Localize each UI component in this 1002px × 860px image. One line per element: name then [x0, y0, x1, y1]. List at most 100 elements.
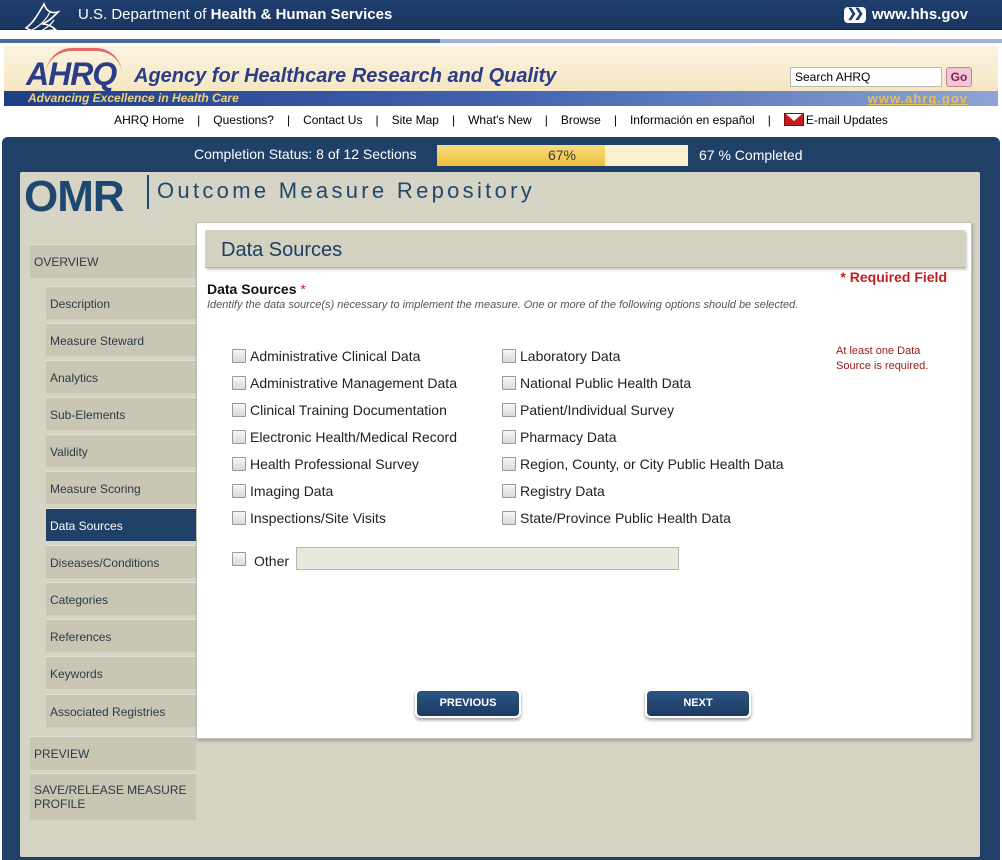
- data-sources-panel: Data Sources * Required Field Data Sourc…: [196, 222, 972, 739]
- checkbox-label: Clinical Training Documentation: [250, 402, 447, 418]
- checkbox[interactable]: [502, 376, 516, 390]
- nav-ahrq-home[interactable]: AHRQ Home: [114, 113, 184, 127]
- previous-button[interactable]: PREVIOUS: [415, 689, 521, 718]
- hhs-link-text: www.hhs.gov: [871, 6, 968, 23]
- sidebar-item-keywords[interactable]: Keywords: [46, 656, 196, 689]
- checkbox-other[interactable]: Other: [232, 549, 289, 569]
- nav-questions[interactable]: Questions?: [213, 113, 274, 127]
- checkbox-label: Health Professional Survey: [250, 456, 419, 472]
- completed-text: 67 % Completed: [699, 147, 803, 163]
- checkbox-pharmacy-data[interactable]: Pharmacy Data: [502, 429, 616, 445]
- sidebar-save-release[interactable]: SAVE/RELEASE MEASURE PROFILE: [30, 773, 196, 820]
- checkbox[interactable]: [232, 376, 246, 390]
- divider: [147, 175, 149, 209]
- next-button-label: NEXT: [647, 691, 749, 716]
- checkbox[interactable]: [232, 552, 246, 566]
- checkbox-label: Inspections/Site Visits: [250, 510, 386, 526]
- checkbox-health-professional-survey[interactable]: Health Professional Survey: [232, 456, 419, 472]
- divider: [0, 39, 440, 43]
- checkbox[interactable]: [232, 484, 246, 498]
- sidebar-item-associated-registries[interactable]: Associated Registries: [46, 694, 196, 727]
- checkbox-label: Pharmacy Data: [520, 429, 617, 445]
- sidebar-item-diseases-conditions[interactable]: Diseases/Conditions: [46, 545, 196, 578]
- checkbox-electronic-health-record[interactable]: Electronic Health/Medical Record: [232, 429, 457, 445]
- checkbox-region-county-city-data[interactable]: Region, County, or City Public Health Da…: [502, 456, 784, 472]
- checkbox-state-province-data[interactable]: State/Province Public Health Data: [502, 510, 731, 526]
- sidebar-item-analytics[interactable]: Analytics: [46, 360, 196, 393]
- checkbox[interactable]: [232, 430, 246, 444]
- ahrq-header: AHRQ Agency for Healthcare Research and …: [4, 46, 998, 106]
- checkbox-imaging-data[interactable]: Imaging Data: [232, 483, 333, 499]
- sidebar-item-description[interactable]: Description: [46, 286, 196, 319]
- nav-email-updates[interactable]: E-mail Updates: [783, 113, 888, 127]
- nav-browse[interactable]: Browse: [561, 113, 601, 127]
- hhs-header: U.S. Department of Health & Human Servic…: [0, 0, 1002, 34]
- hhs-title[interactable]: U.S. Department of Health & Human Servic…: [78, 6, 392, 23]
- validation-error: At least one Data Source is required.: [836, 345, 929, 372]
- nav-contact-us[interactable]: Contact Us: [303, 113, 362, 127]
- checkbox-administrative-management-data[interactable]: Administrative Management Data: [232, 375, 457, 391]
- checkbox[interactable]: [232, 457, 246, 471]
- ahrq-logo[interactable]: AHRQ: [26, 56, 117, 93]
- omr-logo: OMR: [24, 172, 125, 221]
- sidebar-overview[interactable]: OVERVIEW: [30, 244, 196, 278]
- nav-separator: |: [451, 113, 456, 127]
- checkbox-patient-individual-survey[interactable]: Patient/Individual Survey: [502, 402, 674, 418]
- ahrq-tagline: Advancing Excellence in Health Care: [28, 91, 239, 105]
- field-help: Identify the data source(s) necessary to…: [207, 299, 799, 311]
- checkbox-laboratory-data[interactable]: Laboratory Data: [502, 348, 620, 364]
- mail-icon: [783, 113, 804, 126]
- sidebar-item-validity[interactable]: Validity: [46, 434, 196, 467]
- sidebar-item-data-sources[interactable]: Data Sources: [46, 508, 196, 541]
- checkbox[interactable]: [502, 349, 516, 363]
- hhs-title-bold: Health & Human Services: [210, 6, 393, 23]
- checkbox[interactable]: [502, 511, 516, 525]
- go-button[interactable]: Go: [946, 67, 972, 87]
- checkbox[interactable]: [502, 457, 516, 471]
- checkbox[interactable]: [502, 484, 516, 498]
- progress-label: 67%: [547, 147, 577, 163]
- checkbox-clinical-training-documentation[interactable]: Clinical Training Documentation: [232, 402, 447, 418]
- checkbox-label: Patient/Individual Survey: [520, 402, 675, 418]
- sidebar-item-measure-steward[interactable]: Measure Steward: [46, 323, 196, 356]
- nav-separator: |: [767, 113, 771, 127]
- checkbox-label: Laboratory Data: [520, 348, 621, 364]
- nav-espanol[interactable]: Información en español: [630, 113, 755, 127]
- nav-whats-new[interactable]: What's New: [468, 113, 532, 127]
- checkbox-label: Registry Data: [520, 483, 605, 499]
- checkbox-registry-data[interactable]: Registry Data: [502, 483, 605, 499]
- nav-separator: |: [613, 113, 617, 127]
- checkbox[interactable]: [502, 403, 516, 417]
- other-text-field[interactable]: [296, 547, 679, 570]
- checkbox[interactable]: [232, 403, 246, 417]
- ahrq-name[interactable]: Agency for Healthcare Research and Quali…: [134, 65, 556, 88]
- sidebar-item-references[interactable]: References: [46, 619, 196, 652]
- checkbox-administrative-clinical-data[interactable]: Administrative Clinical Data: [232, 348, 420, 364]
- checkbox[interactable]: [232, 349, 246, 363]
- field-label-text: Data Sources: [207, 281, 297, 297]
- search-input[interactable]: [790, 67, 942, 87]
- next-button[interactable]: NEXT: [645, 689, 751, 718]
- checkbox-national-public-health-data[interactable]: National Public Health Data: [502, 375, 691, 391]
- checkbox[interactable]: [502, 430, 516, 444]
- sidebar-item-measure-scoring[interactable]: Measure Scoring: [46, 471, 196, 504]
- sidebar-item-sub-elements[interactable]: Sub-Elements: [46, 397, 196, 430]
- ahrq-url-link[interactable]: www.ahrq.gov: [868, 91, 968, 106]
- hhs-title-prefix: U.S. Department of: [78, 6, 211, 23]
- nav-site-map[interactable]: Site Map: [392, 113, 439, 127]
- previous-button-label: PREVIOUS: [417, 691, 519, 716]
- checkbox[interactable]: [232, 511, 246, 525]
- sidebar-item-categories[interactable]: Categories: [46, 582, 196, 615]
- divider: [440, 39, 1002, 43]
- omr-frame: Completion Status: 8 of 12 Sections 67% …: [2, 137, 1000, 860]
- omr-panel: OMR Outcome Measure Repository OVERVIEW …: [20, 172, 980, 857]
- nav-separator: |: [197, 113, 201, 127]
- checkbox-inspections-site-visits[interactable]: Inspections/Site Visits: [232, 510, 386, 526]
- required-field-note: * Required Field: [840, 269, 947, 285]
- sidebar-preview[interactable]: PREVIEW: [30, 736, 196, 770]
- checkbox-label: Other: [254, 553, 290, 569]
- hhs-link[interactable]: www.hhs.gov: [843, 6, 968, 23]
- checkbox-label: Imaging Data: [250, 483, 334, 499]
- checkbox-label: Region, County, or City Public Health Da…: [520, 456, 784, 472]
- required-star: *: [300, 281, 306, 297]
